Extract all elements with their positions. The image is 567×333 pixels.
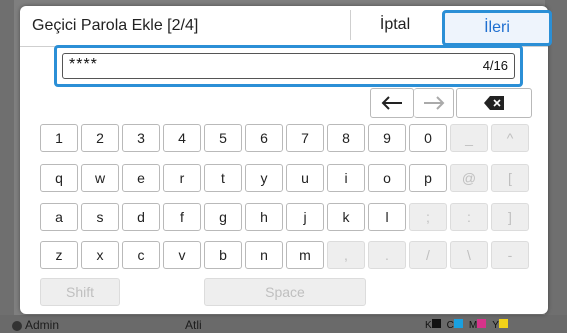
- key-row2-7[interactable]: i: [327, 164, 365, 192]
- key-row1-7[interactable]: 8: [327, 124, 365, 152]
- cursor-left-button[interactable]: [370, 88, 414, 118]
- key-row4-4[interactable]: b: [204, 241, 242, 269]
- ink-m: M: [469, 319, 487, 331]
- key-row2-3[interactable]: r: [163, 164, 201, 192]
- key-row1-3[interactable]: 4: [163, 124, 201, 152]
- key-row2-0[interactable]: q: [40, 164, 78, 192]
- background-left-strip: [0, 0, 14, 333]
- cancel-button[interactable]: İptal: [350, 10, 439, 40]
- key-row2-2[interactable]: e: [122, 164, 160, 192]
- password-input-highlight: **** 4/16: [54, 45, 523, 87]
- password-dialog: Geçici Parola Ekle [2/4] İptal İleri ***…: [20, 6, 552, 314]
- ink-c: C: [447, 319, 463, 331]
- password-input[interactable]: **** 4/16: [62, 53, 515, 79]
- key-row3-6[interactable]: j: [286, 203, 324, 231]
- key-row4-11: -: [491, 241, 529, 269]
- key-row3-5[interactable]: h: [245, 203, 283, 231]
- background-user-label: Admin: [25, 318, 60, 332]
- key-row3-0[interactable]: a: [40, 203, 78, 231]
- background-user: Admin: [12, 318, 59, 332]
- shift-key[interactable]: Shift: [40, 278, 120, 306]
- key-row1-8[interactable]: 9: [368, 124, 406, 152]
- key-row4-2[interactable]: c: [122, 241, 160, 269]
- key-row2-11: [: [491, 164, 529, 192]
- key-row2-5[interactable]: y: [245, 164, 283, 192]
- user-icon: [12, 320, 22, 331]
- key-row1-10: _: [450, 124, 488, 152]
- key-row2-6[interactable]: u: [286, 164, 324, 192]
- password-input-value: ****: [69, 56, 98, 73]
- dialog-titlebar: Geçici Parola Ekle [2/4] İptal İleri: [20, 6, 552, 47]
- key-row3-8[interactable]: l: [368, 203, 406, 231]
- key-row1-11: ^: [491, 124, 529, 152]
- ink-levels: K C M Y: [425, 319, 508, 331]
- key-row3-11: ]: [491, 203, 529, 231]
- key-row2-1[interactable]: w: [81, 164, 119, 192]
- key-row4-7: ,: [327, 241, 365, 269]
- arrow-right-icon: [423, 96, 444, 110]
- backspace-icon: [484, 96, 504, 110]
- key-row4-1[interactable]: x: [81, 241, 119, 269]
- backspace-button[interactable]: [456, 88, 532, 118]
- key-row4-8: .: [368, 241, 406, 269]
- background-right-strip: [545, 0, 567, 333]
- key-row2-10: @: [450, 164, 488, 192]
- key-row4-3[interactable]: v: [163, 241, 201, 269]
- key-row4-0[interactable]: z: [40, 241, 78, 269]
- key-row1-5[interactable]: 6: [245, 124, 283, 152]
- key-row1-9[interactable]: 0: [409, 124, 447, 152]
- key-row4-5[interactable]: n: [245, 241, 283, 269]
- background-status-bar: Admin Atli K C M Y: [0, 315, 567, 333]
- key-row3-9: ;: [409, 203, 447, 231]
- character-counter: 4/16: [482, 58, 508, 73]
- dialog-title: Geçici Parola Ekle [2/4]: [32, 17, 199, 34]
- key-row1-0[interactable]: 1: [40, 124, 78, 152]
- key-row1-6[interactable]: 7: [286, 124, 324, 152]
- key-row2-8[interactable]: o: [368, 164, 406, 192]
- key-row3-10: :: [450, 203, 488, 231]
- key-row2-4[interactable]: t: [204, 164, 242, 192]
- ink-y: Y: [492, 319, 508, 331]
- key-row1-1[interactable]: 2: [81, 124, 119, 152]
- key-row3-4[interactable]: g: [204, 203, 242, 231]
- cursor-right-button[interactable]: [414, 88, 454, 118]
- next-button[interactable]: İleri: [442, 10, 552, 46]
- key-row3-2[interactable]: d: [122, 203, 160, 231]
- ink-k: K: [425, 319, 441, 331]
- key-row4-9: /: [409, 241, 447, 269]
- key-row1-2[interactable]: 3: [122, 124, 160, 152]
- background-center-label: Atli: [185, 318, 202, 332]
- key-row3-3[interactable]: f: [163, 203, 201, 231]
- key-row4-6[interactable]: m: [286, 241, 324, 269]
- space-key[interactable]: Space: [204, 278, 366, 306]
- key-row3-7[interactable]: k: [327, 203, 365, 231]
- arrow-left-icon: [381, 96, 402, 110]
- key-row1-4[interactable]: 5: [204, 124, 242, 152]
- key-row2-9[interactable]: p: [409, 164, 447, 192]
- key-row3-1[interactable]: s: [81, 203, 119, 231]
- key-row4-10: \: [450, 241, 488, 269]
